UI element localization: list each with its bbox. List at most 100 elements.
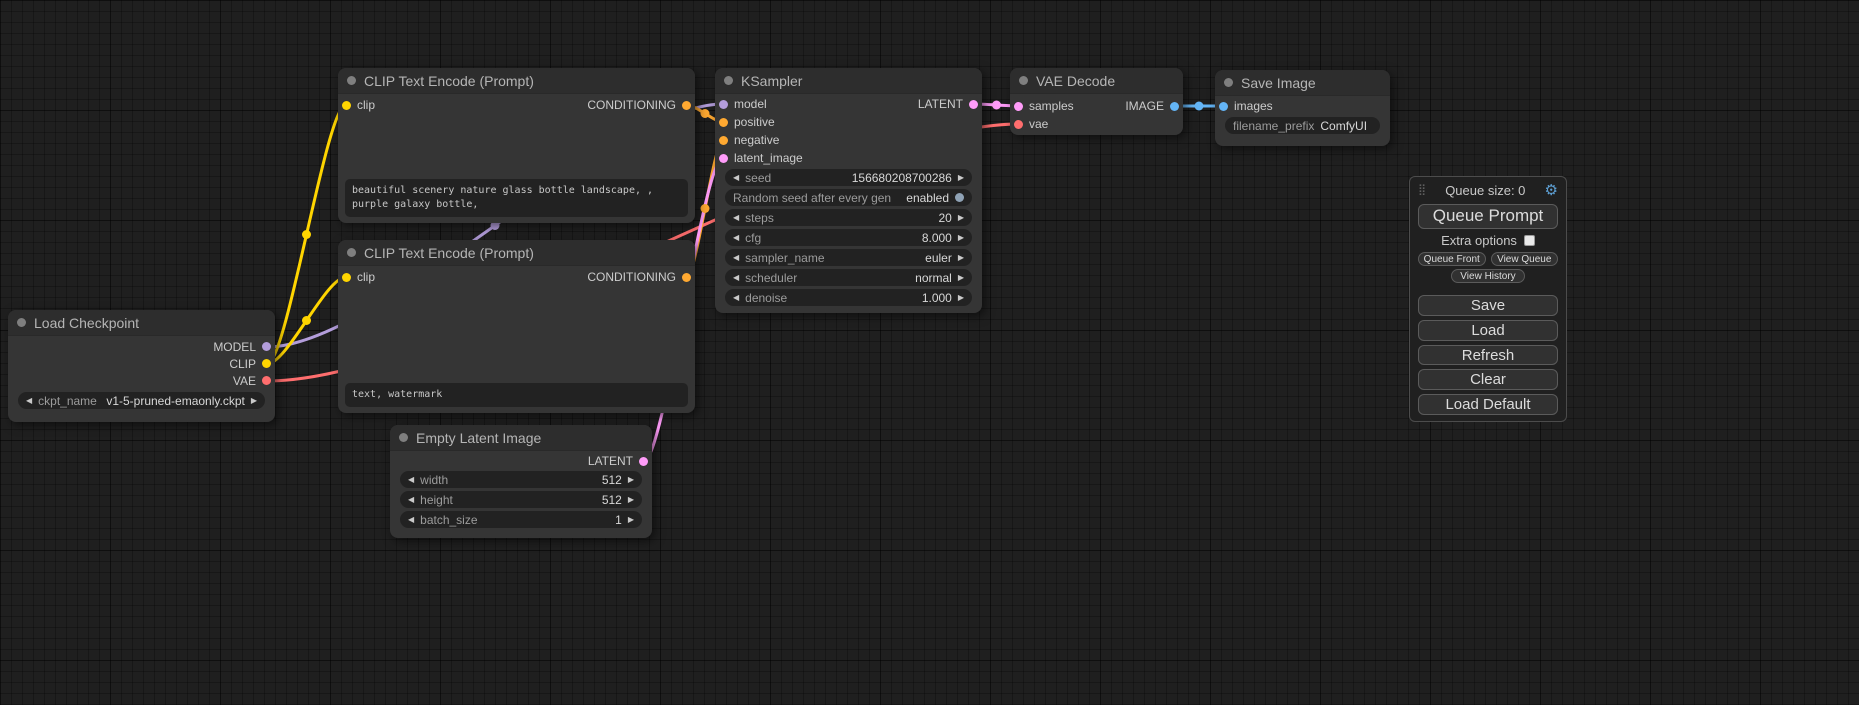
decrement-icon[interactable]: ◀ [733, 174, 739, 182]
drag-handle-icon[interactable]: ⣿ [1418, 185, 1426, 196]
samples-input-slot[interactable] [1014, 102, 1023, 111]
slot-label-clip: clip [357, 270, 375, 284]
node-title-bar[interactable]: VAE Decode [1010, 68, 1183, 94]
widget-seed[interactable]: ◀ seed 156680208700286 ▶ [725, 169, 972, 186]
queue-front-button[interactable]: Queue Front [1418, 252, 1486, 266]
increment-icon[interactable]: ▶ [251, 397, 257, 405]
load-default-button[interactable]: Load Default [1418, 394, 1558, 415]
node-title: KSampler [741, 73, 802, 89]
toggle-knob[interactable] [955, 193, 964, 202]
decrement-icon[interactable]: ◀ [733, 254, 739, 262]
increment-icon[interactable]: ▶ [958, 234, 964, 242]
node-clip-text-encode-negative[interactable]: CLIP Text Encode (Prompt) clip CONDITION… [338, 240, 695, 413]
conditioning-output-slot[interactable] [682, 273, 691, 282]
save-button[interactable]: Save [1418, 295, 1558, 316]
increment-icon[interactable]: ▶ [628, 496, 634, 504]
node-clip-text-encode-positive[interactable]: CLIP Text Encode (Prompt) clip CONDITION… [338, 68, 695, 223]
view-history-button[interactable]: View History [1451, 269, 1525, 283]
increment-icon[interactable]: ▶ [958, 214, 964, 222]
node-title-bar[interactable]: CLIP Text Encode (Prompt) [338, 240, 695, 266]
node-title: Load Checkpoint [34, 315, 139, 331]
decrement-icon[interactable]: ◀ [26, 397, 32, 405]
prompt-textarea[interactable]: beautiful scenery nature glass bottle la… [345, 179, 688, 217]
prompt-textarea[interactable]: text, watermark [345, 383, 688, 407]
slot-label-clip: clip [357, 98, 375, 112]
widget-denoise[interactable]: ◀ denoise 1.000 ▶ [725, 289, 972, 306]
widget-label: scheduler [745, 271, 797, 285]
view-queue-button[interactable]: View Queue [1491, 252, 1559, 266]
decrement-icon[interactable]: ◀ [733, 234, 739, 242]
widget-steps[interactable]: ◀ steps 20 ▶ [725, 209, 972, 226]
comfy-menu-panel[interactable]: ⣿ Queue size: 0 ⚙ Queue Prompt Extra opt… [1409, 176, 1567, 422]
clip-input-slot[interactable] [342, 273, 351, 282]
images-input-slot[interactable] [1219, 102, 1228, 111]
decrement-icon[interactable]: ◀ [733, 294, 739, 302]
clear-button[interactable]: Clear [1418, 369, 1558, 390]
slot-label-model: MODEL [213, 340, 256, 354]
collapse-dot-icon[interactable] [347, 248, 356, 257]
positive-input-slot[interactable] [719, 118, 728, 127]
clip-output-slot[interactable] [262, 359, 271, 368]
node-save-image[interactable]: Save Image images filename_prefix ComfyU… [1215, 70, 1390, 146]
settings-gear-icon[interactable]: ⚙ [1545, 183, 1558, 198]
collapse-dot-icon[interactable] [399, 433, 408, 442]
decrement-icon[interactable]: ◀ [733, 274, 739, 282]
widget-scheduler[interactable]: ◀ scheduler normal ▶ [725, 269, 972, 286]
widget-filename-prefix[interactable]: filename_prefix ComfyUI [1225, 117, 1380, 134]
widget-value: 156680208700286 [852, 171, 952, 185]
collapse-dot-icon[interactable] [724, 76, 733, 85]
node-empty-latent-image[interactable]: Empty Latent Image LATENT ◀ width 512 ▶ … [390, 425, 652, 538]
increment-icon[interactable]: ▶ [958, 294, 964, 302]
latent-output-slot[interactable] [969, 100, 978, 109]
image-output-slot[interactable] [1170, 102, 1179, 111]
node-title-bar[interactable]: Load Checkpoint [8, 310, 275, 336]
node-vae-decode[interactable]: VAE Decode samples IMAGE vae [1010, 68, 1183, 135]
widget-cfg[interactable]: ◀ cfg 8.000 ▶ [725, 229, 972, 246]
model-input-slot[interactable] [719, 100, 728, 109]
latent-output-slot[interactable] [639, 457, 648, 466]
extra-options-checkbox[interactable] [1524, 235, 1535, 246]
increment-icon[interactable]: ▶ [628, 476, 634, 484]
conditioning-output-slot[interactable] [682, 101, 691, 110]
increment-icon[interactable]: ▶ [958, 254, 964, 262]
collapse-dot-icon[interactable] [347, 76, 356, 85]
increment-icon[interactable]: ▶ [958, 274, 964, 282]
decrement-icon[interactable]: ◀ [408, 516, 414, 524]
widget-label: height [420, 493, 453, 507]
widget-batch-size[interactable]: ◀ batch_size 1 ▶ [400, 511, 642, 528]
node-ksampler[interactable]: KSampler model LATENT positive negative [715, 68, 982, 313]
collapse-dot-icon[interactable] [17, 318, 26, 327]
collapse-dot-icon[interactable] [1224, 78, 1233, 87]
widget-sampler-name[interactable]: ◀ sampler_name euler ▶ [725, 249, 972, 266]
widget-random-seed-toggle[interactable]: Random seed after every gen enabled [725, 189, 972, 206]
negative-input-slot[interactable] [719, 136, 728, 145]
menu-header: ⣿ Queue size: 0 ⚙ [1418, 182, 1558, 200]
increment-icon[interactable]: ▶ [958, 174, 964, 182]
node-title-bar[interactable]: Empty Latent Image [390, 425, 652, 451]
widget-height[interactable]: ◀ height 512 ▶ [400, 491, 642, 508]
load-button[interactable]: Load [1418, 320, 1558, 341]
widget-value: euler [925, 251, 952, 265]
decrement-icon[interactable]: ◀ [408, 476, 414, 484]
queue-prompt-button[interactable]: Queue Prompt [1418, 204, 1558, 229]
widget-label: cfg [745, 231, 761, 245]
model-output-slot[interactable] [262, 342, 271, 351]
node-load-checkpoint[interactable]: Load Checkpoint MODEL CLIP VAE ◀ ckpt_na… [8, 310, 275, 422]
clip-input-slot[interactable] [342, 101, 351, 110]
decrement-icon[interactable]: ◀ [408, 496, 414, 504]
widget-label: ckpt_name [38, 394, 97, 408]
widget-width[interactable]: ◀ width 512 ▶ [400, 471, 642, 488]
node-title-bar[interactable]: Save Image [1215, 70, 1390, 96]
widget-label: sampler_name [745, 251, 824, 265]
collapse-dot-icon[interactable] [1019, 76, 1028, 85]
widget-ckpt-name[interactable]: ◀ ckpt_name v1-5-pruned-emaonly.ckpt ▶ [18, 392, 265, 409]
vae-output-slot[interactable] [262, 376, 271, 385]
node-title-bar[interactable]: CLIP Text Encode (Prompt) [338, 68, 695, 94]
decrement-icon[interactable]: ◀ [733, 214, 739, 222]
latent-image-input-slot[interactable] [719, 154, 728, 163]
vae-input-slot[interactable] [1014, 120, 1023, 129]
refresh-button[interactable]: Refresh [1418, 345, 1558, 366]
node-title-bar[interactable]: KSampler [715, 68, 982, 94]
increment-icon[interactable]: ▶ [628, 516, 634, 524]
widget-value: enabled [906, 191, 949, 205]
